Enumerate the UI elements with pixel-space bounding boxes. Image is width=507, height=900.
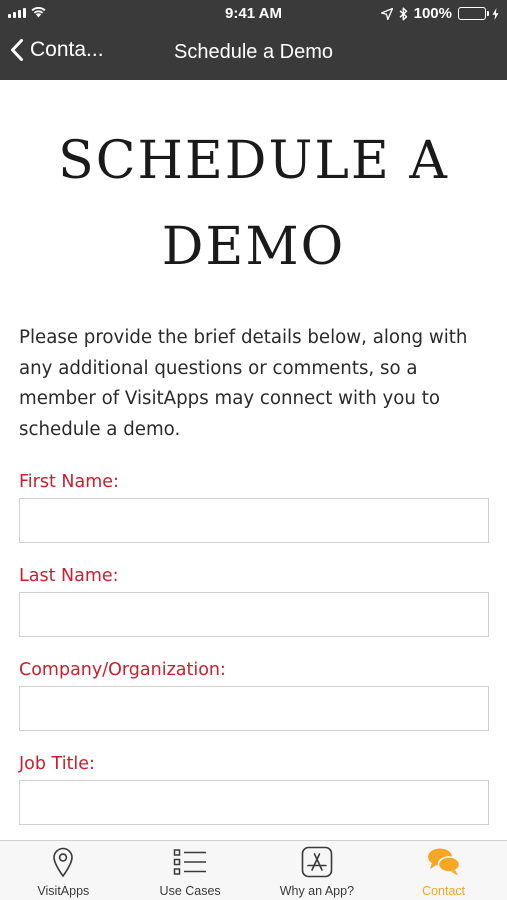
first-name-label: First Name: [19, 472, 119, 492]
status-right: 100% [380, 5, 499, 22]
tab-label: Contact [422, 884, 466, 898]
battery-icon [458, 7, 489, 20]
top-bar: 9:41 AM 100% Conta... Schedule a Demo [0, 0, 507, 80]
page-heading-line-2: DEMO [161, 217, 346, 277]
tab-why-an-app[interactable]: Why an App? [254, 841, 381, 900]
map-pin-icon [53, 847, 74, 878]
last-name-field[interactable] [19, 592, 489, 637]
last-name-label: Last Name: [19, 566, 119, 586]
nav-title: Schedule a Demo [174, 41, 333, 63]
job-title-field[interactable] [19, 780, 489, 825]
tab-bar: VisitApps Use Cases Why an App? Contact [0, 840, 507, 900]
app-store-icon [301, 846, 333, 878]
tab-label: Use Cases [159, 884, 221, 898]
page-heading: SCHEDULE A DEMO [0, 118, 507, 290]
chat-bubbles-icon [427, 848, 460, 876]
company-field[interactable] [19, 686, 489, 731]
tab-visitapps[interactable]: VisitApps [0, 841, 127, 900]
battery-percent: 100% [413, 5, 452, 22]
first-name-field[interactable] [19, 498, 489, 543]
location-arrow-icon [380, 7, 393, 20]
tab-contact[interactable]: Contact [380, 841, 507, 900]
navigation-bar: Conta... Schedule a Demo [0, 30, 507, 76]
page-heading-line-1: SCHEDULE A [58, 131, 449, 191]
bluetooth-icon [399, 7, 407, 20]
list-icon [173, 849, 207, 875]
intro-text: Please provide the brief details below, … [19, 327, 468, 440]
content-scroll-area[interactable]: SCHEDULE A DEMO Please provide the brief… [0, 80, 507, 840]
tab-label: VisitApps [37, 884, 90, 898]
status-bar: 9:41 AM 100% [0, 0, 507, 28]
tab-use-cases[interactable]: Use Cases [127, 841, 254, 900]
tab-label: Why an App? [279, 884, 355, 898]
charging-bolt-icon [492, 7, 499, 20]
company-label: Company/Organization: [19, 660, 226, 680]
job-title-label: Job Title: [19, 754, 95, 774]
